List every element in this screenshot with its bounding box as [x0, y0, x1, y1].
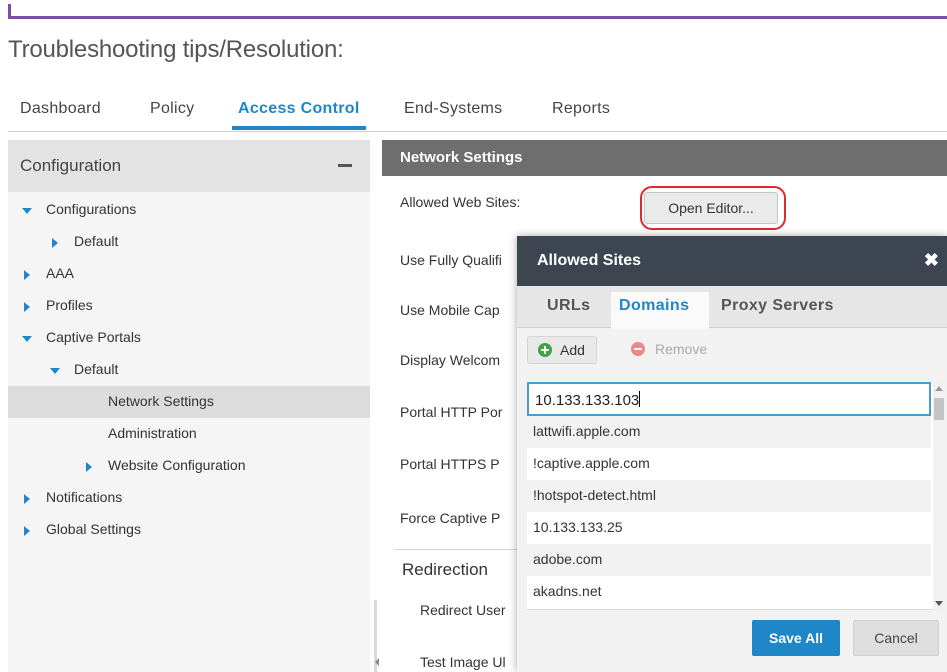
top-rule-tick: [8, 4, 11, 19]
allowed-sites-label: Allowed Web Sites:: [400, 194, 521, 210]
dialog-title: Allowed Sites: [537, 252, 642, 269]
scroll-thumb[interactable]: [934, 398, 944, 420]
add-label: Add: [560, 342, 585, 358]
field-label: Use Fully Qualifi: [400, 252, 502, 268]
scroll-up-icon[interactable]: [935, 386, 943, 391]
dialog-tabs: URLs Domains Proxy Servers: [517, 286, 947, 329]
redirection-section-title: Redirection: [402, 560, 488, 579]
domains-list: 10.133.133.103 lattwifi.apple.com !capti…: [527, 382, 933, 610]
nav-tab-dashboard[interactable]: Dashboard: [20, 100, 101, 118]
list-item[interactable]: adobe.com: [527, 544, 931, 576]
expand-down-icon[interactable]: [50, 368, 60, 374]
open-editor-button[interactable]: Open Editor...: [644, 192, 778, 224]
add-icon: [538, 343, 552, 357]
list-item[interactable]: akadns.net: [527, 576, 931, 608]
config-header: Configuration: [8, 140, 370, 192]
tree-item-label: Configurations: [46, 201, 137, 217]
expand-right-icon[interactable]: [52, 238, 58, 248]
field-label: Portal HTTP Por: [400, 404, 503, 420]
tab-domains[interactable]: Domains: [619, 297, 689, 315]
field-label: Use Mobile Cap: [400, 302, 500, 318]
field-label: Force Captive P: [400, 510, 501, 526]
expand-right-icon[interactable]: [24, 270, 30, 280]
tree-item-notifications[interactable]: Notifications: [8, 482, 370, 514]
tree-item-global-settings[interactable]: Global Settings: [8, 514, 370, 546]
save-all-button[interactable]: Save All: [752, 620, 840, 656]
tree-item-label: Notifications: [46, 489, 123, 505]
main-nav: Dashboard Policy Access Control End-Syst…: [8, 94, 947, 132]
remove-button[interactable]: Remove: [625, 336, 715, 364]
expand-right-icon[interactable]: [86, 462, 92, 472]
network-settings-header: Network Settings: [382, 140, 947, 176]
network-settings-title: Network Settings: [400, 149, 523, 166]
domain-edit-value: 10.133.133.103: [535, 392, 640, 409]
field-label: Display Welcom: [400, 352, 501, 368]
list-item[interactable]: 10.133.133.25: [527, 512, 931, 544]
nav-tab-reports[interactable]: Reports: [552, 100, 610, 118]
tree-item-aaa[interactable]: AAA: [8, 258, 370, 290]
domain-edit-input[interactable]: 10.133.133.103: [527, 382, 931, 416]
close-icon[interactable]: ✖: [924, 250, 939, 271]
tree-item-label: Administration: [108, 425, 197, 441]
remove-label: Remove: [655, 341, 708, 357]
doc-heading: Troubleshooting tips/Resolution:: [8, 36, 344, 63]
tree-item-label: AAA: [46, 265, 75, 281]
nav-tab-policy[interactable]: Policy: [150, 100, 194, 118]
dialog-header: Allowed Sites ✖: [517, 236, 947, 286]
cancel-button[interactable]: Cancel: [853, 620, 939, 656]
tree-item-label: Global Settings: [46, 521, 141, 537]
collapse-icon[interactable]: [338, 164, 352, 167]
tree-item-label: Captive Portals: [46, 329, 141, 345]
scroll-down-icon[interactable]: [935, 601, 943, 606]
tree-item-label: Default: [74, 361, 119, 377]
add-button[interactable]: Add: [527, 336, 597, 364]
tree-item-captive-default[interactable]: Default: [8, 354, 370, 386]
list-scrollbar[interactable]: [933, 382, 945, 610]
tree-item-label: Profiles: [46, 297, 93, 313]
tree-item-profiles[interactable]: Profiles: [8, 290, 370, 322]
text-cursor: [639, 391, 641, 407]
tree-item-configurations[interactable]: Configurations: [8, 194, 370, 226]
tab-urls[interactable]: URLs: [547, 297, 590, 315]
dialog-toolbar: Add Remove: [517, 328, 947, 372]
field-label: Portal HTTPS P: [400, 456, 500, 472]
tree-item-website-configuration[interactable]: Website Configuration: [8, 450, 370, 482]
field-label: Test Image Ul: [420, 654, 506, 670]
top-rule: [8, 16, 947, 19]
list-item[interactable]: lattwifi.apple.com: [527, 416, 931, 448]
allowed-sites-dialog: Allowed Sites ✖ URLs Domains Proxy Serve…: [517, 236, 947, 672]
tree-item-label: Network Settings: [108, 393, 214, 409]
nav-tab-end-systems[interactable]: End-Systems: [404, 100, 502, 118]
splitter-arrow-icon[interactable]: [375, 658, 379, 666]
tree-item-default[interactable]: Default: [8, 226, 370, 258]
expand-right-icon[interactable]: [24, 494, 30, 504]
field-label: Redirect User: [420, 602, 506, 618]
tree-item-label: Website Configuration: [108, 457, 246, 473]
nav-tab-access-control[interactable]: Access Control: [232, 100, 366, 130]
tree-item-administration[interactable]: Administration: [8, 418, 370, 450]
tree-item-label: Default: [74, 233, 119, 249]
expand-down-icon[interactable]: [22, 208, 32, 214]
expand-right-icon[interactable]: [24, 526, 30, 536]
tab-proxy-servers[interactable]: Proxy Servers: [721, 297, 834, 315]
tree-item-network-settings[interactable]: Network Settings: [8, 386, 370, 418]
config-panel: Configuration Configurations Default AAA…: [8, 140, 370, 672]
expand-right-icon[interactable]: [24, 302, 30, 312]
list-item[interactable]: !hotspot-detect.html: [527, 480, 931, 512]
remove-icon: [631, 342, 645, 356]
expand-down-icon[interactable]: [22, 336, 32, 342]
list-item[interactable]: !captive.apple.com: [527, 448, 931, 480]
tree-item-captive-portals[interactable]: Captive Portals: [8, 322, 370, 354]
config-title: Configuration: [20, 156, 122, 175]
